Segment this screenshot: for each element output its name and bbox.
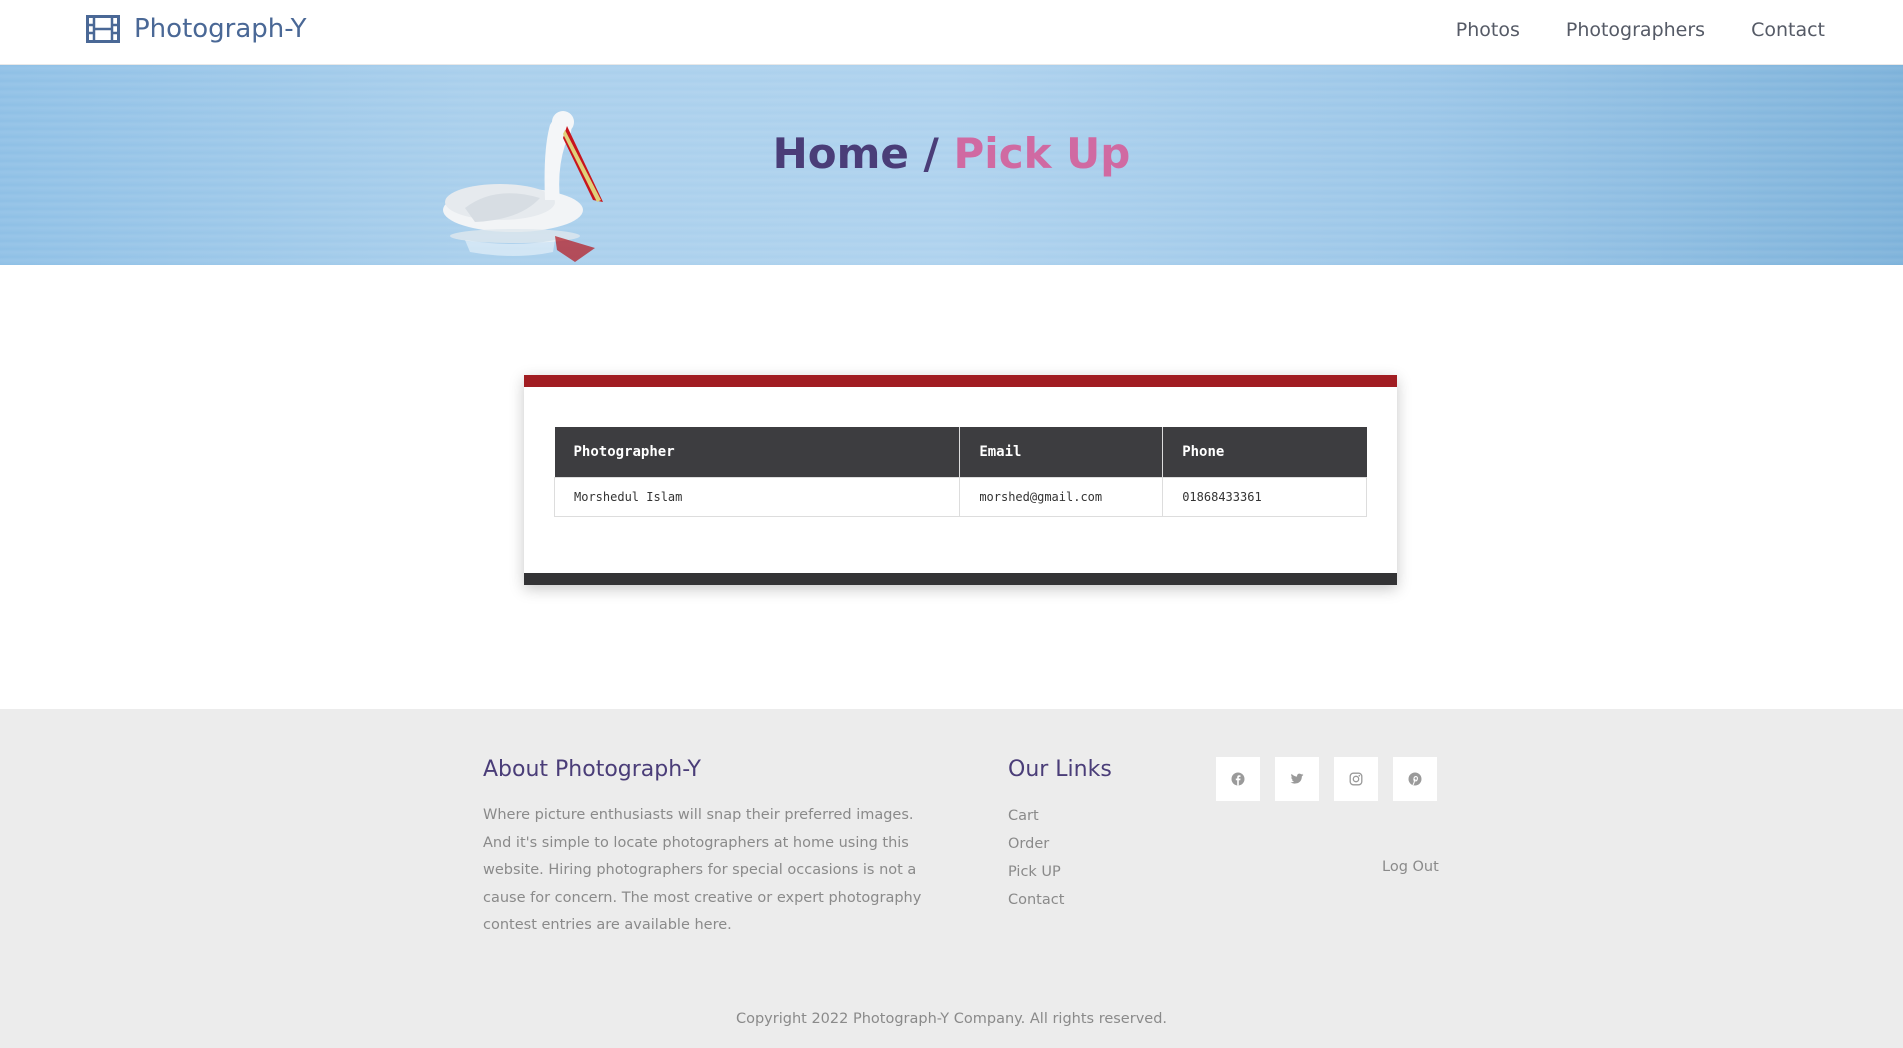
nav-contact[interactable]: Contact — [1751, 19, 1825, 41]
card-bottom-bar — [524, 573, 1397, 585]
twitter-button[interactable] — [1275, 757, 1319, 801]
column-header-email: Email — [959, 427, 1164, 477]
table-header-row: Photographer Email Phone — [554, 427, 1367, 477]
column-header-phone: Phone — [1162, 427, 1367, 477]
footer-about: About Photograph-Y Where picture enthusi… — [483, 757, 923, 940]
film-icon — [86, 15, 120, 43]
instagram-button[interactable] — [1334, 757, 1378, 801]
cell-phone: 01868433361 — [1162, 476, 1367, 517]
copyright: Copyright 2022 Photograph-Y Company. All… — [735, 1011, 1168, 1027]
social-links — [1216, 757, 1437, 801]
footer: About Photograph-Y Where picture enthusi… — [0, 709, 1903, 1048]
pinterest-icon — [1408, 772, 1422, 786]
breadcrumb-home[interactable]: Home — [773, 129, 909, 178]
breadcrumb-separator: / — [923, 129, 939, 178]
brand-link[interactable]: Photograph-Y — [86, 14, 306, 44]
footer-link-order[interactable]: Order — [1008, 830, 1112, 858]
footer-link-pickup[interactable]: Pick UP — [1008, 858, 1112, 886]
card-top-bar — [524, 375, 1397, 387]
pinterest-button[interactable] — [1393, 757, 1437, 801]
footer-about-title: About Photograph-Y — [483, 757, 701, 782]
nav-photographers[interactable]: Photographers — [1566, 19, 1705, 41]
navbar: Photograph-Y Photos Photographers Contac… — [0, 0, 1903, 65]
footer-link-cart[interactable]: Cart — [1008, 802, 1112, 830]
cell-photographer: Morshedul Islam — [553, 476, 961, 517]
main-nav: Photos Photographers Contact — [1456, 19, 1825, 41]
footer-about-text: Where picture enthusiasts will snap thei… — [483, 807, 922, 933]
hero-banner: Home / Pick Up — [0, 65, 1903, 265]
pickup-card: Photographer Email Phone Morshedul Islam… — [524, 375, 1397, 585]
footer-links: Our Links Cart Order Pick UP Contact — [1008, 757, 1112, 914]
breadcrumb-current: Pick Up — [953, 129, 1131, 178]
facebook-button[interactable] — [1216, 757, 1260, 801]
nav-photos[interactable]: Photos — [1456, 19, 1520, 41]
footer-link-contact[interactable]: Contact — [1008, 886, 1112, 914]
breadcrumb: Home / Pick Up — [0, 129, 1903, 178]
logout-link[interactable]: Log Out — [1382, 859, 1439, 875]
footer-links-title: Our Links — [1008, 757, 1112, 782]
brand-name: Photograph-Y — [134, 14, 307, 44]
twitter-icon — [1290, 773, 1304, 784]
column-header-photographer: Photographer — [554, 427, 961, 477]
table-row: Morshedul Islam morshed@gmail.com 018684… — [553, 476, 1367, 517]
facebook-icon — [1231, 772, 1245, 786]
pickup-table: Photographer Email Phone Morshedul Islam… — [553, 427, 1367, 517]
instagram-icon — [1349, 772, 1363, 786]
cell-email: morshed@gmail.com — [959, 476, 1164, 517]
